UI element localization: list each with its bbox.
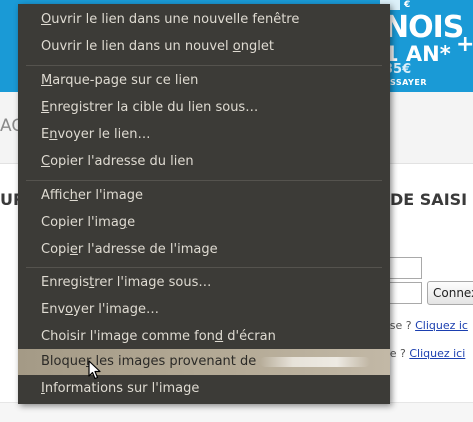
banner-cta: ESSAYER (384, 78, 427, 87)
menu-item-view-image[interactable]: Afficher l'image (18, 183, 390, 209)
page-footer-strip (0, 402, 473, 422)
blurred-domain (260, 356, 371, 367)
menu-item-label: Copier l'image (41, 215, 136, 230)
menu-item-send-image[interactable]: Envoyer l'image… (18, 297, 390, 323)
context-menu: Ouvrir le lien dans une nouvelle fenêtre… (18, 4, 390, 404)
menu-item-label: Copier l'adresse de l'image (41, 242, 218, 257)
menu-item-label: Marque-page sur ce lien (41, 73, 199, 88)
menu-item-label: Envoyer l'image… (41, 302, 159, 317)
menu-item-copy-link-address[interactable]: Copier l'adresse du lien (18, 149, 390, 175)
help-link-register[interactable]: Cliquez ici (409, 347, 465, 360)
help-line-forgot: sse ? Cliquez ic (384, 319, 468, 332)
help-link-forgot[interactable]: Cliquez ic (415, 319, 468, 332)
menu-item-send-link[interactable]: Envoyer le lien… (18, 122, 390, 148)
menu-item-label: Bloquer les images provenant de (41, 354, 257, 369)
section-heading-right: DE SAISI (390, 190, 468, 209)
menu-item-label: Afficher l'image (41, 188, 144, 203)
menu-item-save-image-as[interactable]: Enregistrer l'image sous… (18, 270, 390, 296)
menu-item-image-info[interactable]: Informations sur l'image (18, 376, 390, 402)
menu-item-copy-image[interactable]: Copier l'image (18, 210, 390, 236)
menu-item-block-images[interactable]: Bloquer les images provenant de (18, 349, 390, 375)
banner-headline: NOIS (384, 10, 464, 45)
banner-plus: + (456, 32, 473, 57)
menu-item-label: Copier l'adresse du lien (41, 154, 194, 169)
connect-button[interactable]: Connex (427, 281, 473, 305)
menu-separator (26, 180, 382, 181)
help-line-register: se ? Cliquez ici (384, 347, 465, 360)
menu-item-label: Choisir l'image comme fond d'écran (41, 329, 276, 344)
menu-item-label: Envoyer le lien… (41, 127, 151, 142)
mouse-pointer-icon (88, 360, 101, 380)
menu-separator (26, 65, 382, 66)
menu-item-copy-image-address[interactable]: Copier l'adresse de l'image (18, 237, 390, 263)
menu-item-set-desktop-background[interactable]: Choisir l'image comme fond d'écran (18, 324, 390, 350)
menu-item-label: Ouvrir le lien dans une nouvelle fenêtre (41, 12, 300, 27)
menu-item-open-new-tab[interactable]: Ouvrir le lien dans un nouvel onglet (18, 34, 390, 60)
menu-item-bookmark-link[interactable]: Marque-page sur ce lien (18, 68, 390, 94)
banner-currency: € (404, 0, 411, 10)
menu-item-label: Enregistrer l'image sous… (41, 275, 212, 290)
menu-item-save-link-as[interactable]: Enregistrer la cible du lien sous… (18, 95, 390, 121)
menu-item-label: Informations sur l'image (41, 381, 200, 396)
menu-item-label: Ouvrir le lien dans un nouvel onglet (41, 39, 274, 54)
menu-item-open-new-window[interactable]: Ouvrir le lien dans une nouvelle fenêtre (18, 7, 390, 33)
menu-item-label: Enregistrer la cible du lien sous… (41, 100, 259, 115)
menu-separator (26, 267, 382, 268)
